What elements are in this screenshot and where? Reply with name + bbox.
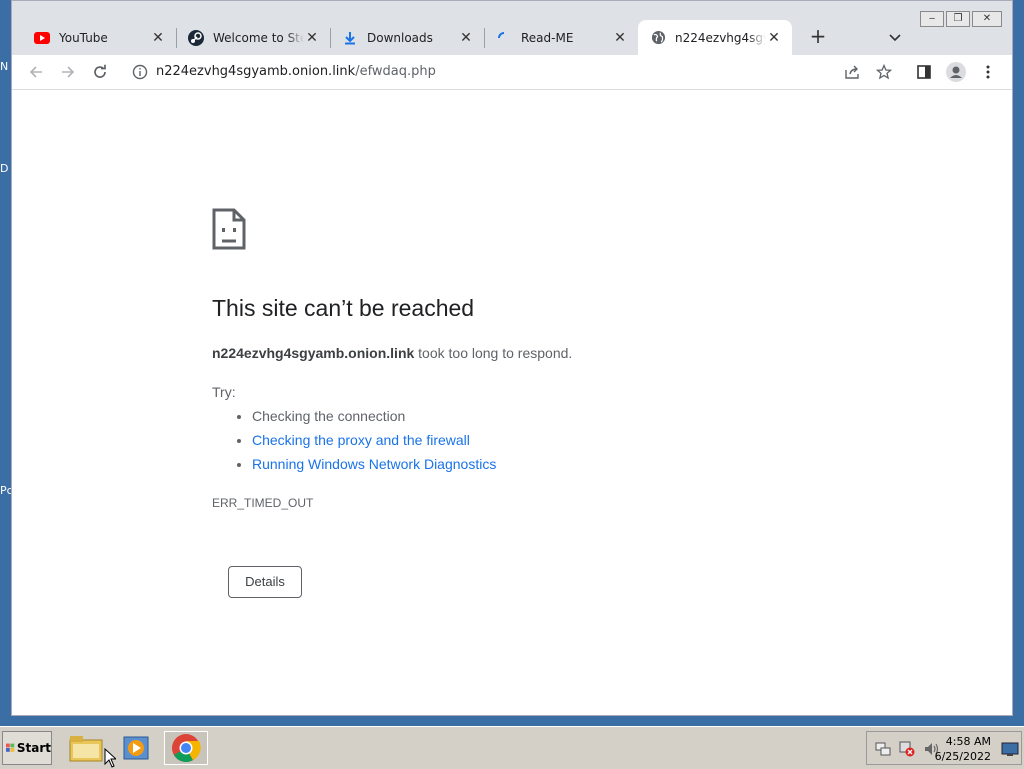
tab-youtube[interactable]: YouTube ✕ [22,20,176,55]
menu-kebab-icon[interactable] [976,60,1000,84]
suggestion-network-diagnostics-link[interactable]: Running Windows Network Diagnostics [252,455,496,479]
start-button[interactable]: Start [2,731,52,765]
restore-button[interactable]: ❐ [946,11,970,27]
window-controls: ‒ ❐ ✕ [920,11,1002,27]
tab-search-chevron-icon[interactable] [886,28,904,46]
tab-close-icon[interactable]: ✕ [612,30,628,46]
media-player-taskbar-icon[interactable] [114,731,158,765]
tab-downloads[interactable]: Downloads ✕ [330,20,484,55]
download-icon [342,30,358,46]
tab-title: n224ezvhg4sgyamb.onion.link/efwdaq.php [675,30,766,45]
try-label: Try: [212,384,236,400]
browser-toolbar: n224ezvhg4sgyamb.onion.link/efwdaq.php [12,55,1012,90]
url-path: /efwdaq.php [355,64,436,79]
error-code: ERR_TIMED_OUT [212,496,314,510]
url-host: n224ezvhg4sgyamb.onion.link [156,64,356,79]
tab-strip: ‒ ❐ ✕ YouTube ✕ Welcome to Steam ✕ [12,1,1012,55]
security-alert-icon[interactable] [899,741,915,757]
suggestion-text: Checking the connection [252,408,406,424]
back-arrow-icon[interactable] [24,60,48,84]
desktop-label-1: N [0,60,9,73]
tab-steam[interactable]: Welcome to Steam ✕ [176,20,330,55]
clock-date[interactable]: 6/25/2022 [935,750,991,763]
tab-close-icon[interactable]: ✕ [150,30,166,46]
tab-title: YouTube [59,30,108,45]
new-tab-button[interactable]: + [806,25,830,49]
steam-icon [188,29,204,46]
error-message-text: took too long to respond. [414,345,573,361]
suggestion-link-text[interactable]: Checking the proxy and the firewall [252,432,470,448]
minimize-button[interactable]: ‒ [920,11,944,27]
close-window-button[interactable]: ✕ [972,11,1002,27]
tab-title: Read-ME [521,30,574,45]
suggestion-check-proxy-link[interactable]: Checking the proxy and the firewall [252,431,496,455]
tab-list: YouTube ✕ Welcome to Steam ✕ Downloads ✕ [22,20,792,55]
profile-avatar-icon[interactable] [944,60,968,84]
url-text[interactable]: n224ezvhg4sgyamb.onion.link/efwdaq.php [156,64,436,79]
suggestion-link-text[interactable]: Running Windows Network Diagnostics [252,456,496,472]
suggestion-check-connection: Checking the connection [252,407,496,431]
tab-close-icon[interactable]: ✕ [458,30,474,46]
tab-close-icon[interactable]: ✕ [304,30,320,46]
chrome-taskbar-icon[interactable] [164,731,208,765]
system-tray: 4:58 AM 6/25/2022 [866,731,1022,765]
site-info-icon[interactable] [132,64,148,80]
windows-logo-icon [6,743,15,752]
tab-title: Downloads [367,30,433,45]
show-desktop-icon[interactable] [1001,741,1019,757]
bookmark-star-icon[interactable] [872,60,896,84]
tab-read-me[interactable]: Read-ME ✕ [484,20,638,55]
details-button[interactable]: Details [228,566,302,598]
youtube-icon [34,30,50,46]
page-content: This site can’t be reached n224ezvhg4sgy… [12,90,1012,715]
browser-window: ‒ ❐ ✕ YouTube ✕ Welcome to Steam ✕ [11,0,1013,716]
forward-arrow-icon[interactable] [56,60,80,84]
loading-spinner-icon [496,30,512,46]
tab-title: Welcome to Steam [213,30,304,45]
sad-page-icon [212,208,246,250]
taskbar: Start 4:58 AM 6/25/2022 [0,726,1024,769]
tab-onion-link[interactable]: n224ezvhg4sgyamb.onion.link/efwdaq.php ✕ [638,20,792,55]
clock-time[interactable]: 4:58 AM [946,735,991,748]
desktop-label-2: D [0,162,9,175]
globe-icon [650,30,666,46]
error-message: n224ezvhg4sgyamb.onion.link took too lon… [212,345,572,361]
error-title: This site can’t be reached [212,295,475,321]
share-icon[interactable] [840,60,864,84]
side-panel-icon[interactable] [912,60,936,84]
address-bar[interactable]: n224ezvhg4sgyamb.onion.link/efwdaq.php [122,58,886,86]
start-label: Start [16,741,51,755]
network-icon[interactable] [875,741,891,757]
error-host: n224ezvhg4sgyamb.onion.link [212,345,415,361]
mouse-cursor-icon [104,748,116,768]
suggestion-list: Checking the connection Checking the pro… [212,407,496,479]
tab-close-icon[interactable]: ✕ [766,30,782,46]
file-explorer-taskbar-icon[interactable] [64,731,108,765]
reload-icon[interactable] [88,60,112,84]
